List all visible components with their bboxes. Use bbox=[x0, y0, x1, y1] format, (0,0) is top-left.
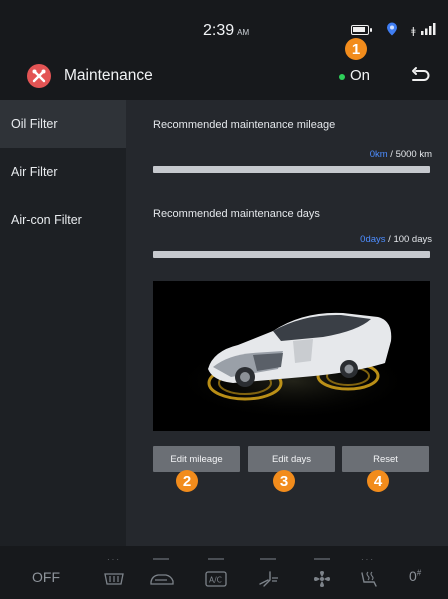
rear-defrost-glyph bbox=[104, 573, 124, 585]
mileage-current: 0km bbox=[369, 149, 388, 160]
days-progress-bar bbox=[153, 251, 430, 258]
clock: 2:39 AM bbox=[203, 22, 250, 39]
svg-text:ǂ: ǂ bbox=[411, 26, 416, 36]
days-separator: / bbox=[388, 234, 391, 245]
days-current: 0days bbox=[360, 234, 386, 245]
reset-button[interactable]: Reset bbox=[342, 446, 429, 472]
climate-bar: OFF ··· A/C ··· 0# bbox=[0, 546, 448, 599]
days-target: 100 days bbox=[393, 234, 432, 245]
car-outline-glyph bbox=[150, 574, 174, 585]
location-icon bbox=[387, 22, 397, 36]
status-text[interactable]: On bbox=[350, 67, 370, 84]
mileage-readout: 0km / 5000 km bbox=[370, 149, 432, 160]
maintenance-icon bbox=[27, 64, 51, 88]
climate-off-button[interactable]: OFF bbox=[32, 569, 60, 585]
sidebar-item-oil-filter[interactable]: Oil Filter bbox=[0, 100, 126, 148]
fan-glyph bbox=[314, 571, 330, 587]
fan-icon[interactable] bbox=[307, 556, 337, 592]
callout-badge: 2 bbox=[176, 470, 198, 492]
callout-badge: 3 bbox=[273, 470, 295, 492]
app-header: Maintenance On bbox=[0, 56, 448, 100]
seat-airflow-glyph bbox=[259, 571, 278, 587]
days-title: Recommended maintenance days bbox=[153, 208, 320, 220]
callout-badge: 4 bbox=[367, 470, 389, 492]
sidebar: Oil Filter Air Filter Air-con Filter bbox=[0, 100, 126, 546]
seat-heat-icon[interactable]: ··· bbox=[353, 555, 383, 592]
battery-icon bbox=[351, 25, 372, 35]
svg-text:A/C: A/C bbox=[209, 576, 222, 585]
mileage-progress-bar bbox=[153, 166, 430, 173]
ac-glyph: A/C bbox=[205, 571, 227, 587]
callout-badge: 1 bbox=[345, 38, 367, 60]
days-readout: 0days / 100 days bbox=[360, 234, 432, 245]
edit-mileage-button[interactable]: Edit mileage bbox=[153, 446, 240, 472]
mileage-title: Recommended maintenance mileage bbox=[153, 119, 336, 131]
seat-airflow-icon[interactable] bbox=[253, 556, 283, 592]
sidebar-item-air-filter[interactable]: Air Filter bbox=[0, 148, 126, 196]
seat-heat-glyph bbox=[361, 571, 377, 587]
status-bar: 2:39 AM ǂ bbox=[0, 0, 448, 56]
status-dot bbox=[339, 74, 345, 80]
back-icon[interactable] bbox=[408, 65, 432, 89]
windshield-defrost-icon[interactable] bbox=[146, 556, 176, 592]
temperature-display[interactable]: 0# bbox=[409, 568, 421, 584]
sidebar-item-air-con-filter[interactable]: Air-con Filter bbox=[0, 196, 126, 244]
edit-days-button[interactable]: Edit days bbox=[248, 446, 335, 472]
ac-icon[interactable]: A/C bbox=[201, 556, 231, 592]
signal-icon: ǂ bbox=[411, 23, 436, 36]
mileage-separator: / bbox=[390, 149, 393, 160]
rear-defrost-icon[interactable]: ··· bbox=[99, 555, 129, 592]
page-title: Maintenance bbox=[64, 67, 153, 84]
mileage-target: 5000 km bbox=[395, 149, 432, 160]
car-illustration bbox=[153, 281, 430, 431]
